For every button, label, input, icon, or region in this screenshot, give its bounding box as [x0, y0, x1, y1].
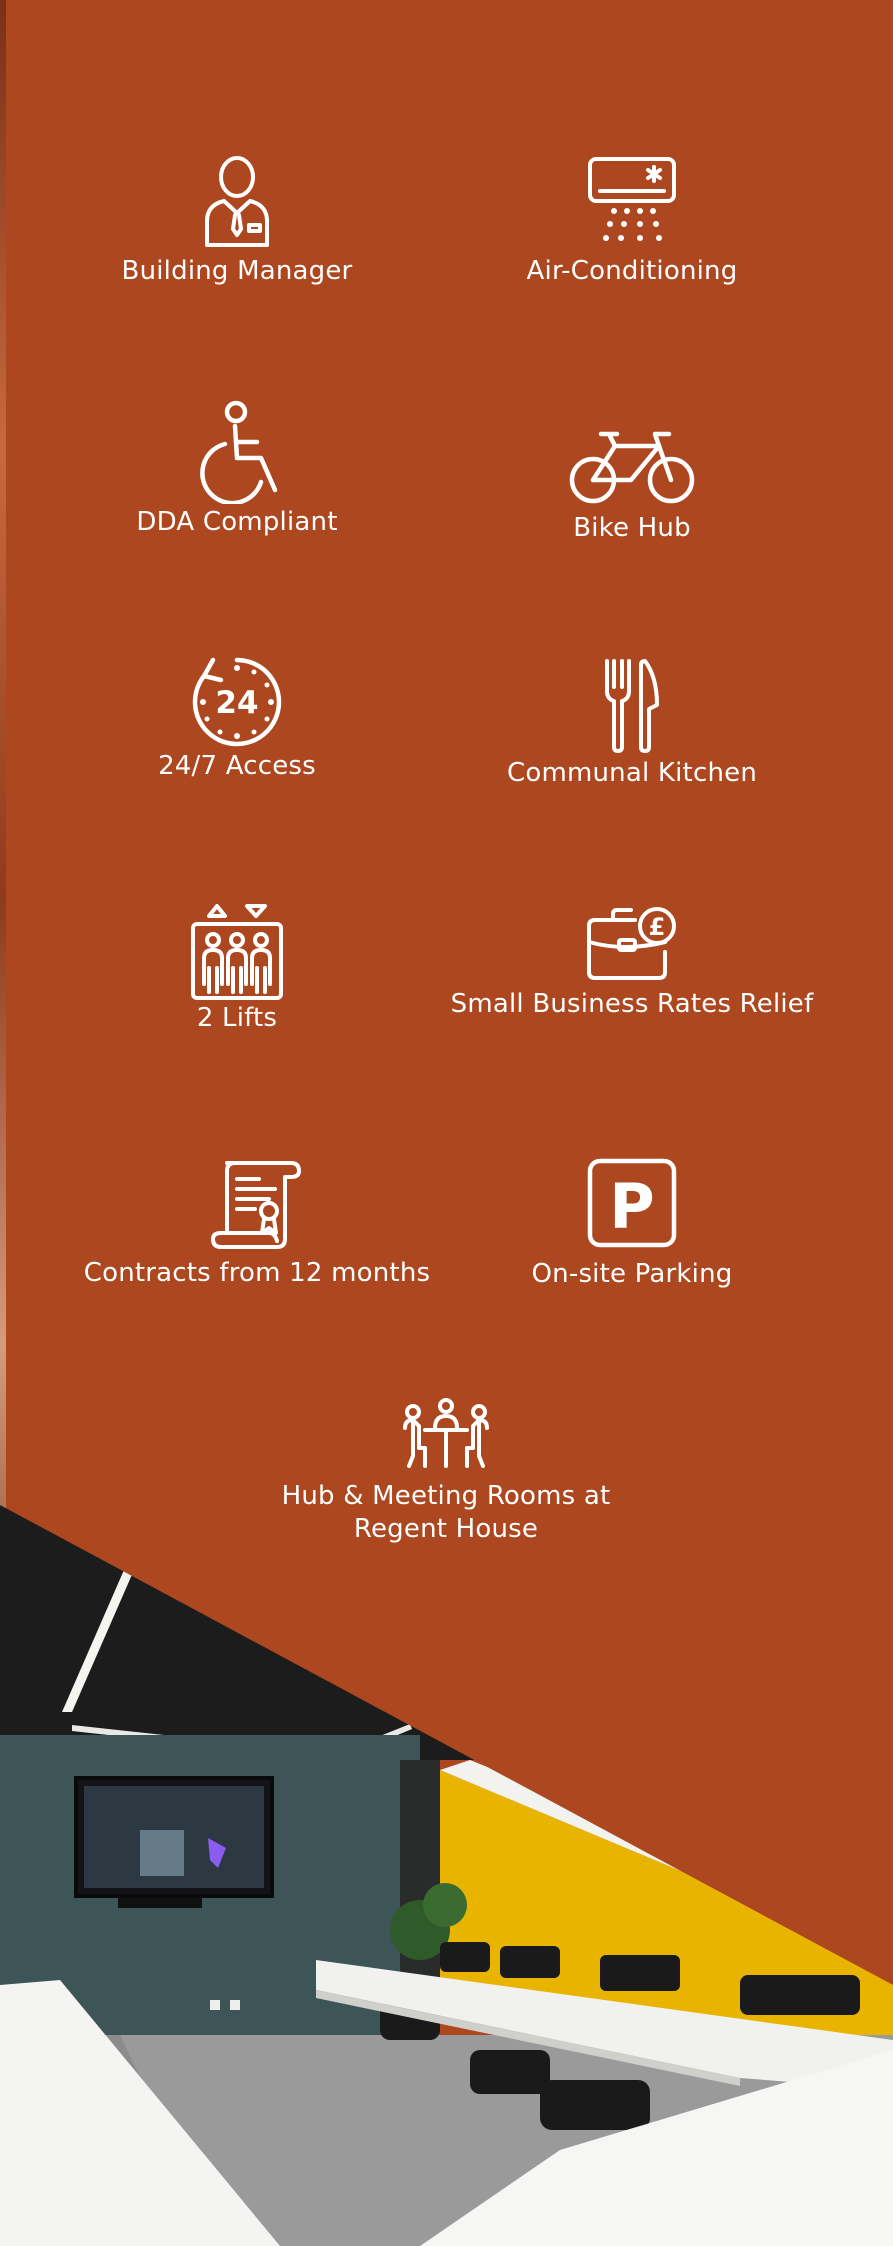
meeting-room-photo [0, 1505, 893, 2246]
amenities-section: Building Manager Air-Conditioning DDA Co… [0, 0, 893, 2246]
